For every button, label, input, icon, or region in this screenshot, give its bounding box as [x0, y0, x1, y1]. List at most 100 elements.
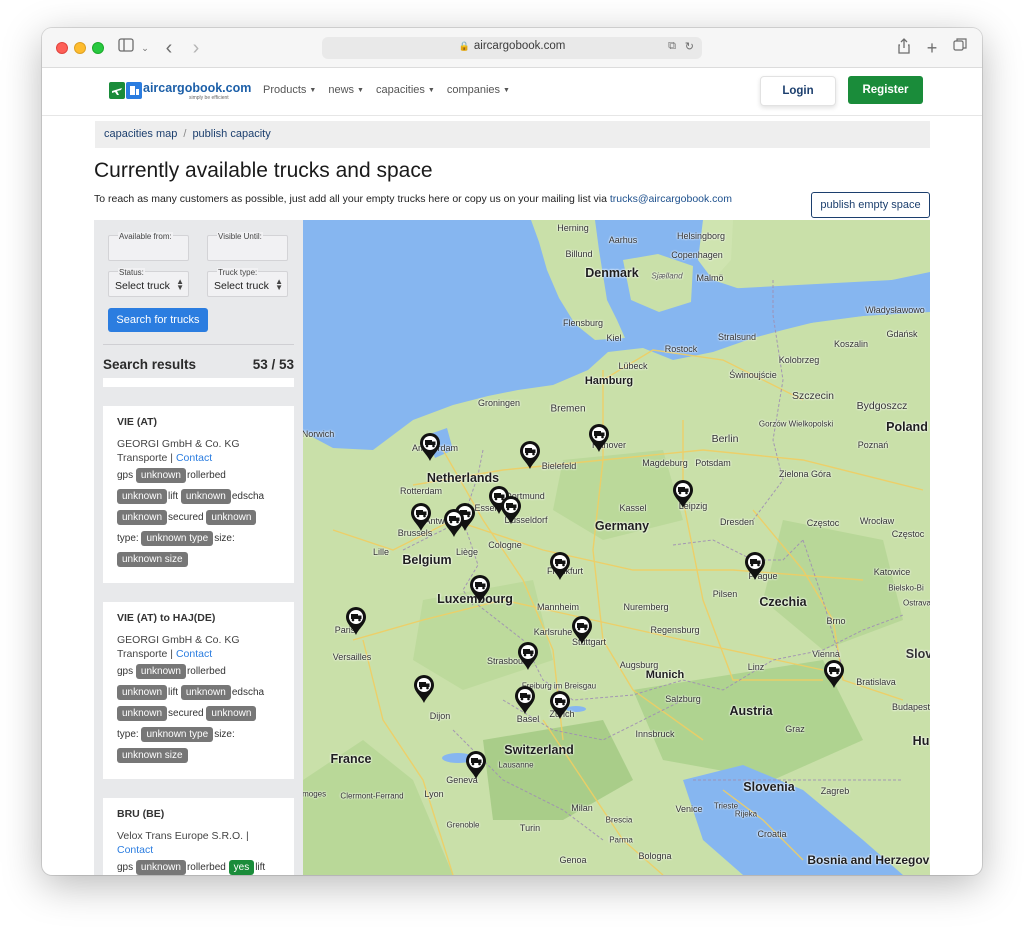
- map-label: Szczecin: [791, 390, 835, 402]
- map-label: Pilsen: [712, 589, 738, 599]
- truck-type-select[interactable]: Truck type: Select truck ▲ ▼: [207, 268, 288, 297]
- map-label: Poland: [886, 420, 928, 434]
- divider: [103, 344, 294, 345]
- map-label: Helsingborg: [676, 231, 726, 241]
- contact-link[interactable]: Contact: [176, 648, 212, 660]
- minimize-window-button[interactable]: [74, 42, 86, 54]
- size-label: size:: [214, 729, 235, 740]
- result-card[interactable]: VIE (AT) GEORGI GmbH & Co. KG Transporte…: [103, 406, 294, 583]
- truck-marker-icon[interactable]: [465, 750, 487, 780]
- truck-marker-icon[interactable]: [823, 659, 845, 689]
- nav-products[interactable]: Products ▼: [263, 84, 316, 96]
- truck-marker-icon[interactable]: [517, 641, 539, 671]
- map-label: Liège: [455, 547, 479, 557]
- map-label: Aarhus: [608, 235, 638, 245]
- map-label: Vienna: [812, 649, 840, 659]
- card-attrs-row: type: unknown type size:: [117, 724, 286, 745]
- map-label: Slovenia: [743, 780, 795, 794]
- map-label: Belgium: [402, 553, 452, 567]
- maximize-window-button[interactable]: [92, 42, 104, 54]
- login-button[interactable]: Login: [760, 76, 836, 106]
- truck-marker-icon[interactable]: [469, 574, 491, 604]
- map-label: Mannheim: [536, 602, 580, 612]
- map-label: Germany: [594, 519, 650, 533]
- truck-marker-icon[interactable]: [500, 495, 522, 525]
- map-label: Denmark: [585, 266, 639, 280]
- chevron-down-icon[interactable]: ⌄: [139, 38, 151, 58]
- map-label: Władysławowo: [865, 305, 925, 315]
- truck-marker-icon[interactable]: [410, 502, 432, 532]
- map-label: Stralsund: [717, 332, 757, 342]
- email-link[interactable]: trucks@aircargobook.com: [610, 193, 732, 205]
- tabs-overview-icon[interactable]: [952, 38, 968, 58]
- result-card[interactable]: BRU (BE) Velox Trans Europe S.R.O. | Con…: [103, 798, 294, 875]
- contact-link[interactable]: Contact: [176, 452, 212, 464]
- nav-companies[interactable]: companies ▼: [447, 84, 510, 96]
- truck-marker-icon[interactable]: [672, 479, 694, 509]
- map-label: Bratislava: [856, 677, 896, 687]
- translate-icon[interactable]: ⧉: [668, 40, 676, 53]
- truck-marker-icon[interactable]: [588, 423, 610, 453]
- truck-marker-icon[interactable]: [744, 551, 766, 581]
- map-label: Netherlands: [426, 471, 500, 485]
- lock-icon: 🔒: [458, 41, 470, 51]
- gps-badge: unknown: [135, 664, 186, 679]
- nav-news-label: news: [328, 84, 355, 96]
- nav-news[interactable]: news ▼: [328, 84, 364, 96]
- truck-marker-icon[interactable]: [519, 440, 541, 470]
- map-label: Graz: [785, 724, 805, 734]
- type-label: type:: [117, 533, 139, 544]
- map-label: Lausanne: [498, 760, 534, 770]
- search-trucks-button[interactable]: Search for trucks: [108, 308, 208, 332]
- map-label: Poznań: [857, 440, 889, 450]
- map-label: Switzerland: [504, 743, 574, 757]
- share-icon[interactable]: [896, 38, 912, 58]
- lift-label: lift: [168, 687, 179, 698]
- visible-until-field[interactable]: Visible Until:: [207, 232, 288, 261]
- gps-label: gps: [117, 470, 134, 481]
- result-card[interactable]: VIE (AT) to HAJ(DE) GEORGI GmbH & Co. KG…: [103, 602, 294, 779]
- secured-badge: unknown: [206, 510, 257, 525]
- truck-marker-icon[interactable]: [514, 685, 536, 715]
- map-label: Bielefeld: [541, 461, 577, 471]
- truck-marker-icon[interactable]: [345, 606, 367, 636]
- page-title: Currently available trucks and space: [94, 159, 433, 182]
- select-arrows-icon: ▲ ▼: [275, 277, 283, 292]
- map-label: Hamburg: [584, 375, 634, 387]
- map-label: Regensburg: [650, 625, 700, 635]
- address-bar[interactable]: 🔒 aircargobook.com ⧉ ↻: [322, 37, 702, 59]
- breadcrumb-capacities-map[interactable]: capacities map: [104, 128, 177, 140]
- map-label: Nuremberg: [623, 602, 669, 612]
- capacities-map[interactable]: Norwich Herning Aarhus Helsingborg Billu…: [303, 220, 930, 875]
- reload-icon[interactable]: ↻: [685, 40, 694, 53]
- breadcrumb-publish-capacity[interactable]: publish capacity: [192, 128, 270, 140]
- forward-icon[interactable]: ›: [187, 38, 205, 58]
- truck-marker-icon[interactable]: [571, 615, 593, 645]
- map-label: Norwich: [303, 429, 335, 439]
- back-icon[interactable]: ‹: [160, 38, 178, 58]
- sidebar-toggle-icon[interactable]: [116, 38, 136, 58]
- new-tab-icon[interactable]: +: [924, 38, 940, 58]
- site-logo[interactable]: aircargobook.com simply be efficient: [109, 80, 251, 104]
- contact-link[interactable]: Contact: [117, 844, 153, 856]
- site-header: aircargobook.com simply be efficient Pro…: [42, 68, 982, 116]
- truck-marker-icon[interactable]: [443, 508, 465, 538]
- status-select[interactable]: Status: Select truck ▲ ▼: [108, 268, 189, 297]
- map-label: Lille: [372, 547, 390, 557]
- truck-marker-icon[interactable]: [549, 551, 571, 581]
- map-label: Bosnia and Herzegovina: [807, 853, 930, 867]
- gps-label: gps: [117, 862, 134, 873]
- secured-label: secured: [168, 708, 204, 719]
- page-description: To reach as many customers as possible, …: [94, 193, 732, 205]
- nav-capacities[interactable]: capacities ▼: [376, 84, 435, 96]
- publish-empty-space-button[interactable]: publish empty space: [811, 192, 930, 218]
- truck-marker-icon[interactable]: [549, 690, 571, 720]
- register-button[interactable]: Register: [848, 76, 923, 104]
- truck-marker-icon[interactable]: [413, 674, 435, 704]
- card-attrs-row: gps unknown rollerbed: [117, 465, 286, 486]
- truck-marker-icon[interactable]: [419, 432, 441, 462]
- available-from-field[interactable]: Available from:: [108, 232, 189, 261]
- close-window-button[interactable]: [56, 42, 68, 54]
- map-label: Gorzów Wielkopolski: [758, 419, 834, 429]
- map-label: Versailles: [332, 652, 372, 662]
